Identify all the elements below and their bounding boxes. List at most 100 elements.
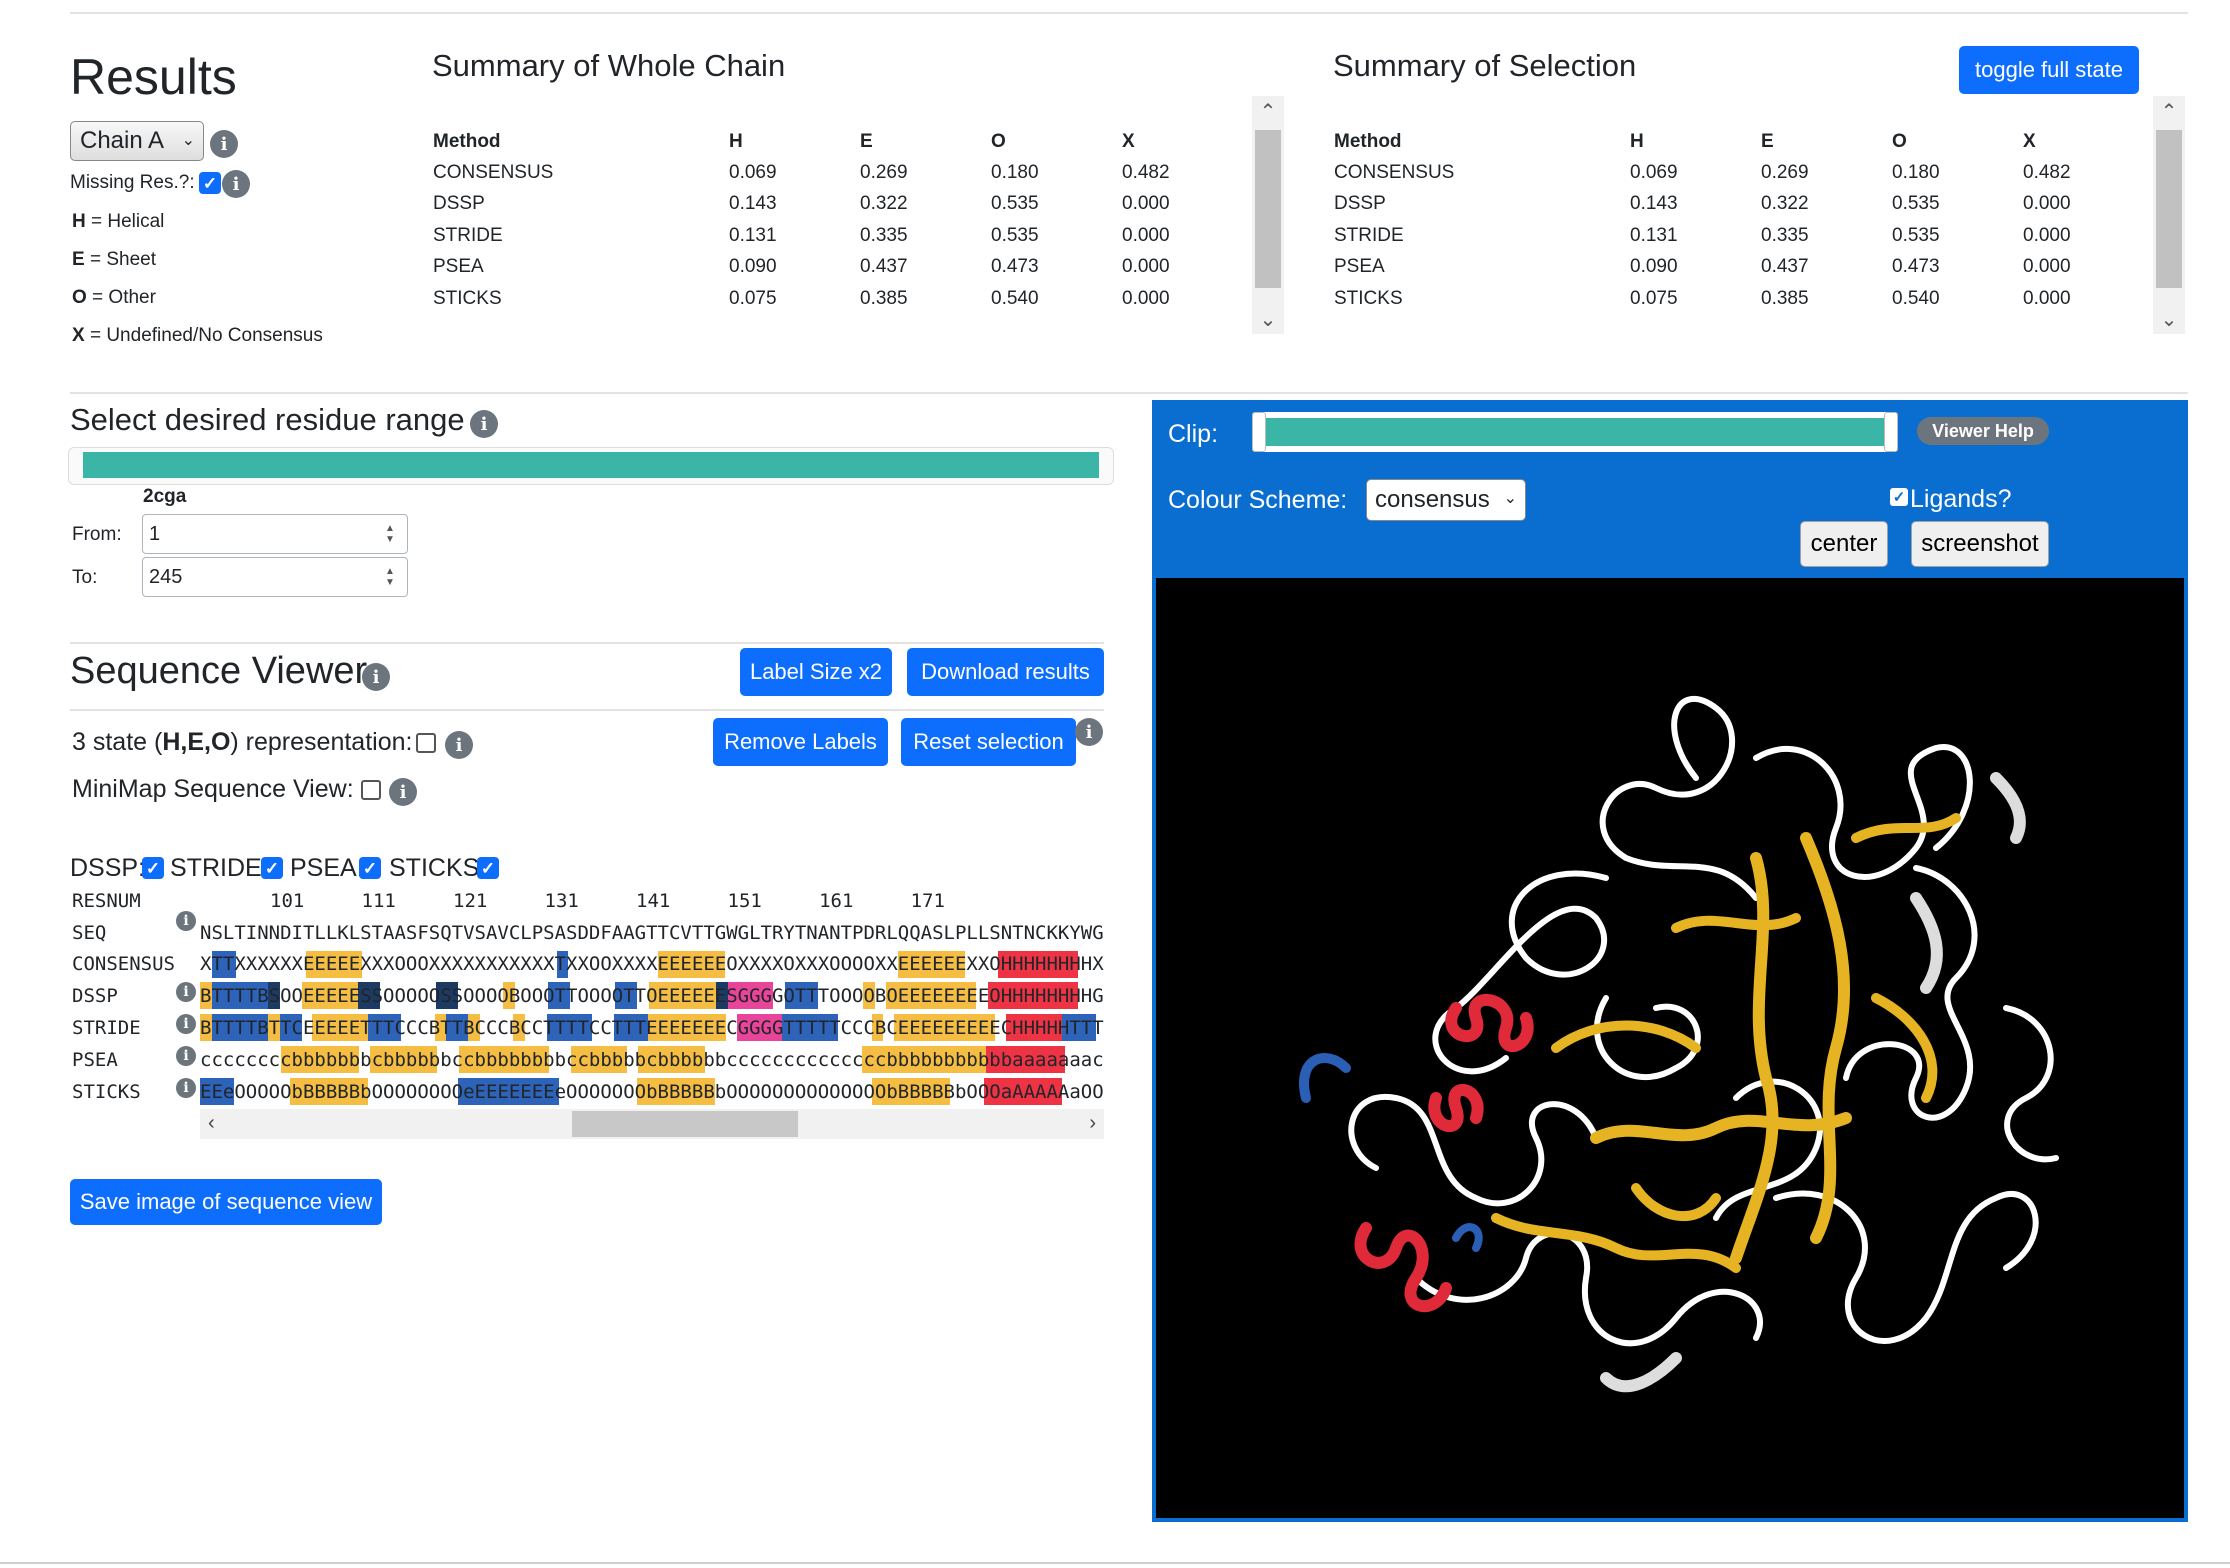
save-image-button[interactable]: Save image of sequence view [70, 1179, 382, 1225]
scroll-up-icon[interactable]: ⌃ [1252, 96, 1284, 126]
viewer-help-button[interactable]: Viewer Help [1917, 417, 2049, 445]
minimap-info-icon[interactable]: i [389, 778, 417, 806]
scroll-thumb[interactable] [572, 1111, 798, 1137]
col-x: X [2023, 131, 2036, 152]
chain-select[interactable]: Chain A ⌄ [70, 121, 204, 161]
psea-checkbox[interactable]: ✓ [359, 857, 381, 879]
label-size-button[interactable]: Label Size x2 [740, 648, 892, 696]
sticks-row-label: STICKS [72, 1081, 141, 1103]
sequence-viewer-info-icon[interactable]: i [362, 663, 390, 691]
stride-info-icon[interactable]: i [176, 1014, 196, 1034]
chevron-down-icon: ⌄ [181, 132, 195, 149]
range-slider-fill [83, 452, 1099, 478]
psea-toggle-label: PSEA: [290, 854, 364, 882]
reset-selection-button[interactable]: Reset selection [901, 718, 1076, 766]
col-o: O [1892, 131, 1907, 152]
three-state-label: 3 state (H,E,O) representation: [72, 728, 413, 756]
toggle-full-state-button[interactable]: toggle full state [1959, 46, 2139, 94]
remove-labels-button[interactable]: Remove Labels [713, 718, 888, 766]
reset-selection-info-icon[interactable]: i [1075, 718, 1103, 746]
resnum-label: RESNUM [72, 890, 141, 912]
psea-info-icon[interactable]: i [176, 1046, 196, 1066]
summary-selection-title: Summary of Selection [1333, 48, 1637, 83]
chain-select-value: Chain A [80, 127, 165, 154]
clip-handle-right[interactable] [1884, 412, 1898, 452]
chevron-down-icon: ⌄ [1503, 490, 1517, 507]
col-e: E [1761, 131, 1774, 152]
minimap-label: MiniMap Sequence View: [72, 775, 354, 803]
minimap-checkbox[interactable] [361, 780, 381, 800]
consensus-row-label: CONSENSUS [72, 953, 175, 975]
resnum-ruler: 101 111 121 131 141 151 161 171 [270, 890, 945, 912]
ligands-checkbox[interactable]: ✓ [1890, 488, 1908, 506]
sticks-checkbox[interactable]: ✓ [477, 857, 499, 879]
dssp-seq-text: BTTTTBSOOEEEEESSOOOOOSSOOOOBOOOTTOOOOTTO… [200, 985, 1104, 1007]
section-divider [70, 392, 2188, 394]
table-row: PSEA 0.090 0.437 0.473 0.000 [433, 256, 1170, 278]
stride-checkbox[interactable]: ✓ [261, 857, 283, 879]
summary-selection-table: Method H E O X CONSENSUS 0.069 0.269 0.180 0… [1334, 127, 2094, 315]
dssp-row-label: DSSP [72, 985, 118, 1007]
to-label: To: [72, 567, 98, 588]
to-input[interactable]: 245 ▲ ▼ [142, 557, 408, 597]
sequence-hscrollbar[interactable]: ‹ › [200, 1109, 1104, 1139]
clip-slider[interactable] [1252, 412, 1898, 452]
scroll-down-icon[interactable]: ⌄ [2153, 304, 2185, 334]
consensus-info-icon[interactable]: i [176, 911, 196, 931]
results-title: Results [70, 49, 237, 105]
table-row: PSEA 0.090 0.437 0.473 0.000 [1334, 256, 2071, 278]
range-info-icon[interactable]: i [470, 410, 498, 438]
sticks-info-icon[interactable]: i [176, 1078, 196, 1098]
section-divider [70, 642, 1104, 644]
scroll-thumb[interactable] [2156, 130, 2182, 288]
colour-scheme-select[interactable]: consensus ⌄ [1366, 479, 1526, 521]
scroll-right-icon[interactable]: › [1089, 1112, 1096, 1135]
col-o: O [991, 131, 1006, 152]
molecule-viewer-canvas[interactable] [1152, 578, 2188, 1522]
table-row: STICKS 0.075 0.385 0.540 0.000 [1334, 287, 2071, 309]
scroll-thumb[interactable] [1255, 130, 1281, 288]
table-row: STRIDE 0.131 0.335 0.535 0.000 [433, 224, 1170, 246]
consensus-seq-text: XTTXXXXXXEEEEEXXXOOOXXXXXXXXXXXTXXOOXXXX… [200, 953, 1104, 975]
legend-undefined: X = Undefined/No Consensus [72, 325, 323, 346]
clip-label: Clip: [1168, 420, 1219, 448]
sequence-viewer-title: Sequence Viewer [70, 650, 368, 692]
top-divider [70, 12, 2188, 14]
table-header-row: Method H E O X [1334, 127, 2094, 157]
chain-info-icon[interactable]: i [210, 130, 238, 158]
spinner-icon[interactable]: ▲ ▼ [379, 521, 401, 547]
legend-sheet: E = Sheet [72, 249, 156, 270]
range-chain-id: 2cga [143, 486, 187, 507]
dssp-info-icon[interactable]: i [176, 982, 196, 1002]
from-input[interactable]: 1 ▲ ▼ [142, 514, 408, 554]
col-method: Method [433, 131, 501, 152]
clip-handle-left[interactable] [1252, 412, 1266, 452]
range-slider[interactable] [68, 447, 1114, 485]
three-state-checkbox[interactable] [416, 733, 436, 753]
table-row: CONSENSUS 0.069 0.269 0.180 0.482 [433, 161, 1170, 183]
missing-res-info-icon[interactable]: i [222, 170, 250, 198]
table-row: DSSP 0.143 0.322 0.535 0.000 [1334, 193, 2071, 215]
summary-whole-table: Method H E O X CONSENSUS 0.069 0.269 0.180 0… [433, 127, 1193, 315]
stride-row-label: STRIDE [72, 1017, 141, 1039]
table-row: DSSP 0.143 0.322 0.535 0.000 [433, 193, 1170, 215]
dssp-checkbox[interactable]: ✓ [142, 857, 164, 879]
scroll-left-icon[interactable]: ‹ [208, 1112, 215, 1135]
three-state-info-icon[interactable]: i [445, 731, 473, 759]
scroll-up-icon[interactable]: ⌃ [2153, 96, 2185, 126]
center-button[interactable]: center [1800, 521, 1888, 567]
section-divider [70, 709, 1104, 711]
missing-res-checkbox[interactable]: ✓ [199, 172, 221, 194]
legend-helical: H = Helical [72, 211, 165, 232]
protein-ribbon-render [1299, 696, 2059, 1393]
to-value: 245 [149, 565, 183, 588]
summary-whole-scrollbar[interactable]: ⌃ ⌄ [1252, 96, 1284, 334]
scroll-down-icon[interactable]: ⌄ [1252, 304, 1284, 334]
col-h: H [1630, 131, 1644, 152]
seq-label: SEQ [72, 922, 107, 944]
spinner-icon[interactable]: ▲ ▼ [379, 564, 401, 590]
download-results-button[interactable]: Download results [907, 648, 1104, 696]
colour-scheme-label: Colour Scheme: [1168, 486, 1348, 514]
screenshot-button[interactable]: screenshot [1911, 521, 2049, 567]
summary-selection-scrollbar[interactable]: ⌃ ⌄ [2153, 96, 2185, 334]
